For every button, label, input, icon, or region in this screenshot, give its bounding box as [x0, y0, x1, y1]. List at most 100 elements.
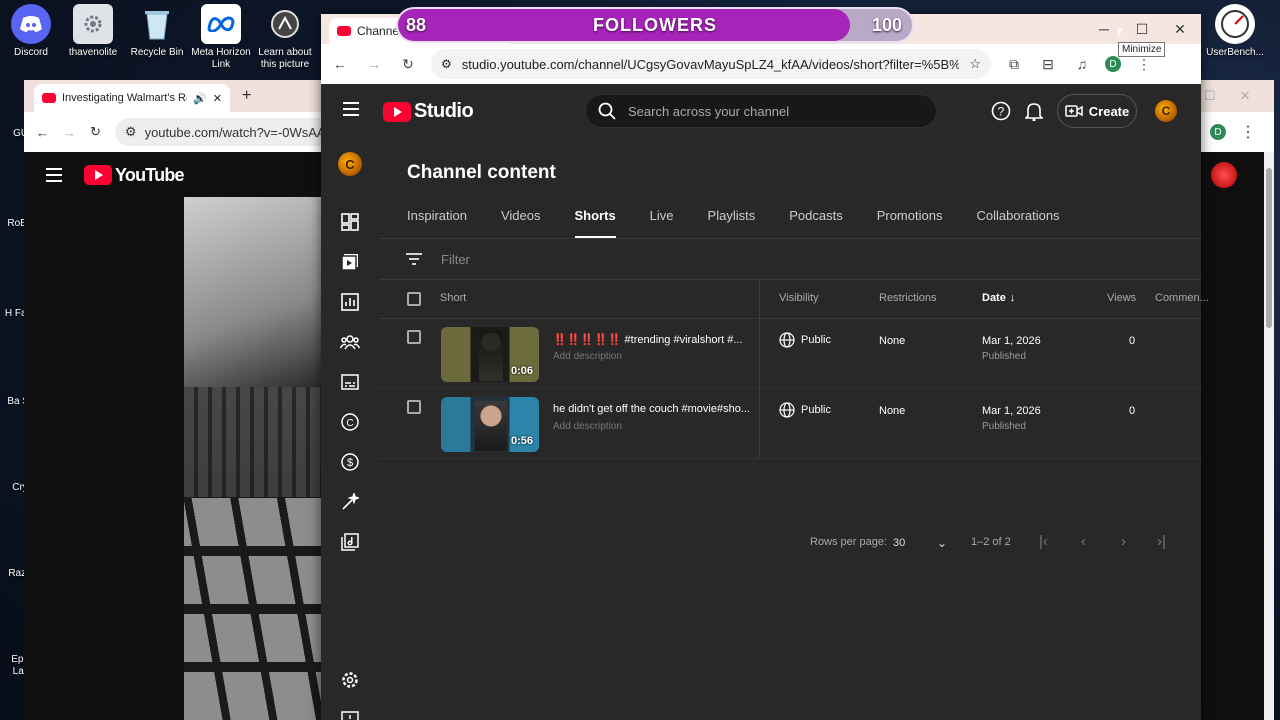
table-row[interactable]: 0:56 he didn't get off the couch #movie#… — [379, 389, 1201, 459]
userbench-desktop-icon[interactable]: UserBench... — [1204, 4, 1266, 59]
close-window-button[interactable]: ✕ — [1161, 14, 1199, 44]
analytics-icon[interactable] — [340, 292, 360, 312]
reload-icon[interactable]: ↻ — [397, 53, 419, 75]
rows-per-page-select[interactable]: 30 ⌄ — [893, 531, 947, 555]
scrollbar-thumb[interactable] — [1266, 168, 1272, 328]
back-arrow-icon[interactable]: ← — [329, 53, 351, 75]
next-page-icon[interactable]: › — [1121, 533, 1126, 550]
tab-collaborations[interactable]: Collaborations — [976, 208, 1059, 238]
maximize-button[interactable]: ☐ — [1123, 14, 1161, 44]
url-field[interactable]: ⚙ studio.youtube.com/channel/UCgsyGovavM… — [431, 49, 991, 79]
column-date: Date — [982, 292, 1006, 304]
youtube-logo[interactable]: YouTube — [84, 165, 185, 186]
filter-input[interactable]: Filter — [441, 252, 470, 267]
tab-live[interactable]: Live — [650, 208, 674, 238]
select-all-checkbox[interactable] — [407, 292, 421, 306]
visibility-cell[interactable]: Public — [779, 402, 831, 418]
profile-avatar[interactable]: D — [1105, 56, 1121, 72]
learn-picture-desktop-icon[interactable]: Learn about this picture — [254, 4, 316, 71]
meta-horizon-desktop-icon[interactable]: Meta Horizon Link — [190, 4, 252, 71]
forward-arrow-icon[interactable]: → — [363, 53, 385, 75]
table-row[interactable]: 0:06 ‼️‼️‼️‼️‼️ #trending #viralshort #.… — [379, 319, 1201, 389]
speaker-icon[interactable]: 🔊 — [193, 92, 207, 105]
back-arrow-icon[interactable]: ← — [36, 125, 49, 140]
content-icon[interactable] — [340, 252, 360, 272]
hamburger-menu-icon[interactable] — [343, 102, 359, 116]
tab-videos[interactable]: Videos — [501, 208, 541, 238]
create-button[interactable]: Create — [1057, 94, 1137, 128]
youtube-favicon-icon — [42, 93, 56, 103]
notification-avatar[interactable] — [1211, 162, 1237, 188]
video-description[interactable]: Add description — [553, 421, 622, 432]
studio-logo[interactable]: Studio — [383, 100, 474, 123]
notifications-bell-icon[interactable] — [1023, 100, 1045, 122]
tab-podcasts[interactable]: Podcasts — [789, 208, 842, 238]
audio-library-icon[interactable] — [340, 532, 360, 552]
page-range: 1–2 of 2 — [971, 536, 1011, 548]
video-title[interactable]: ‼️‼️‼️‼️‼️ #trending #viralshort #... — [553, 333, 749, 346]
forward-arrow-icon[interactable]: → — [63, 125, 76, 140]
studio-wordmark: Studio — [414, 100, 474, 122]
search-icon — [598, 102, 616, 120]
recycle-bin-desktop-icon[interactable]: Recycle Bin — [126, 4, 188, 59]
site-info-icon[interactable]: ⚙ — [125, 124, 137, 140]
video-thumbnail[interactable]: 0:06 — [441, 327, 539, 382]
copyright-icon[interactable]: C — [340, 412, 360, 432]
thavenolite-desktop-icon[interactable]: thavenolite — [62, 4, 124, 59]
sidebar-channel-avatar[interactable]: C — [338, 152, 362, 176]
subtitles-icon[interactable] — [340, 372, 360, 392]
maximize-icon[interactable]: ☐ — [1204, 88, 1216, 104]
hamburger-menu-icon[interactable] — [46, 168, 62, 182]
earn-dollar-icon[interactable]: $ — [340, 452, 360, 472]
help-icon[interactable]: ? — [990, 100, 1012, 122]
column-restrictions: Restrictions — [879, 292, 937, 304]
page-title: Channel content — [407, 162, 556, 183]
video-title[interactable]: he didn't get off the couch #movie#sho..… — [553, 403, 749, 415]
tab-shorts[interactable]: Shorts — [574, 208, 616, 238]
video-description[interactable]: Add description — [553, 351, 622, 362]
bookmark-star-icon[interactable]: ☆ — [969, 56, 981, 72]
desktop-icon-label: Meta Horizon Link — [191, 47, 251, 70]
video-player-frame[interactable] — [184, 197, 324, 720]
followers-goal: 100 — [871, 15, 902, 35]
back-tab[interactable]: Investigating Walmart's Ra 🔊 ✕ — [34, 84, 230, 112]
extensions-icon[interactable]: ⧉ — [1003, 53, 1025, 75]
profile-avatar[interactable]: D — [1210, 124, 1226, 140]
site-info-icon[interactable]: ⚙ — [441, 57, 452, 71]
tab-inspiration[interactable]: Inspiration — [407, 208, 467, 238]
tab-playlists[interactable]: Playlists — [708, 208, 756, 238]
filter-bar[interactable]: Filter — [379, 239, 1201, 279]
close-tab-icon[interactable]: ✕ — [213, 92, 222, 105]
youtube-play-icon — [84, 165, 112, 185]
dashboard-icon[interactable] — [340, 212, 360, 232]
reload-icon[interactable]: ↻ — [90, 124, 101, 140]
column-date-sort[interactable]: Date ↓ — [982, 292, 1015, 304]
thumbnail-figure — [475, 401, 507, 451]
avatar-letter: C — [1161, 104, 1171, 118]
studio-browser-window[interactable]: Channel ─ ☐ ✕ Minimize ← → ↻ ⚙ studio.yo… — [321, 14, 1209, 720]
filter-icon[interactable] — [405, 252, 423, 266]
prev-page-icon[interactable]: ‹ — [1081, 533, 1086, 550]
more-menu-icon[interactable]: ⋮ — [1240, 122, 1256, 142]
community-icon[interactable] — [340, 332, 360, 352]
settings-gear-icon[interactable] — [340, 670, 360, 690]
customization-wand-icon[interactable] — [340, 492, 360, 512]
tab-promotions[interactable]: Promotions — [877, 208, 943, 238]
discord-desktop-icon[interactable]: Discord — [0, 4, 62, 59]
channel-avatar[interactable]: C — [1155, 100, 1177, 122]
row-checkbox[interactable] — [407, 330, 421, 344]
row-checkbox[interactable] — [407, 400, 421, 414]
tab-title: Channel — [357, 24, 402, 38]
last-page-icon[interactable]: ›| — [1157, 533, 1166, 550]
search-tabs-icon[interactable]: ⊟ — [1037, 53, 1059, 75]
new-tab-icon[interactable]: + — [242, 87, 251, 105]
visibility-cell[interactable]: Public — [779, 332, 831, 348]
first-page-icon[interactable]: |‹ — [1039, 533, 1048, 550]
close-icon[interactable]: ✕ — [1240, 88, 1251, 104]
scrollbar[interactable] — [1264, 152, 1274, 720]
media-control-icon[interactable]: ♫ — [1071, 53, 1093, 75]
send-feedback-icon[interactable] — [340, 710, 360, 720]
video-thumbnail[interactable]: 0:56 — [441, 397, 539, 452]
rows-per-page-label: Rows per page: — [810, 536, 888, 548]
channel-search-input[interactable]: Search across your channel — [585, 94, 937, 128]
